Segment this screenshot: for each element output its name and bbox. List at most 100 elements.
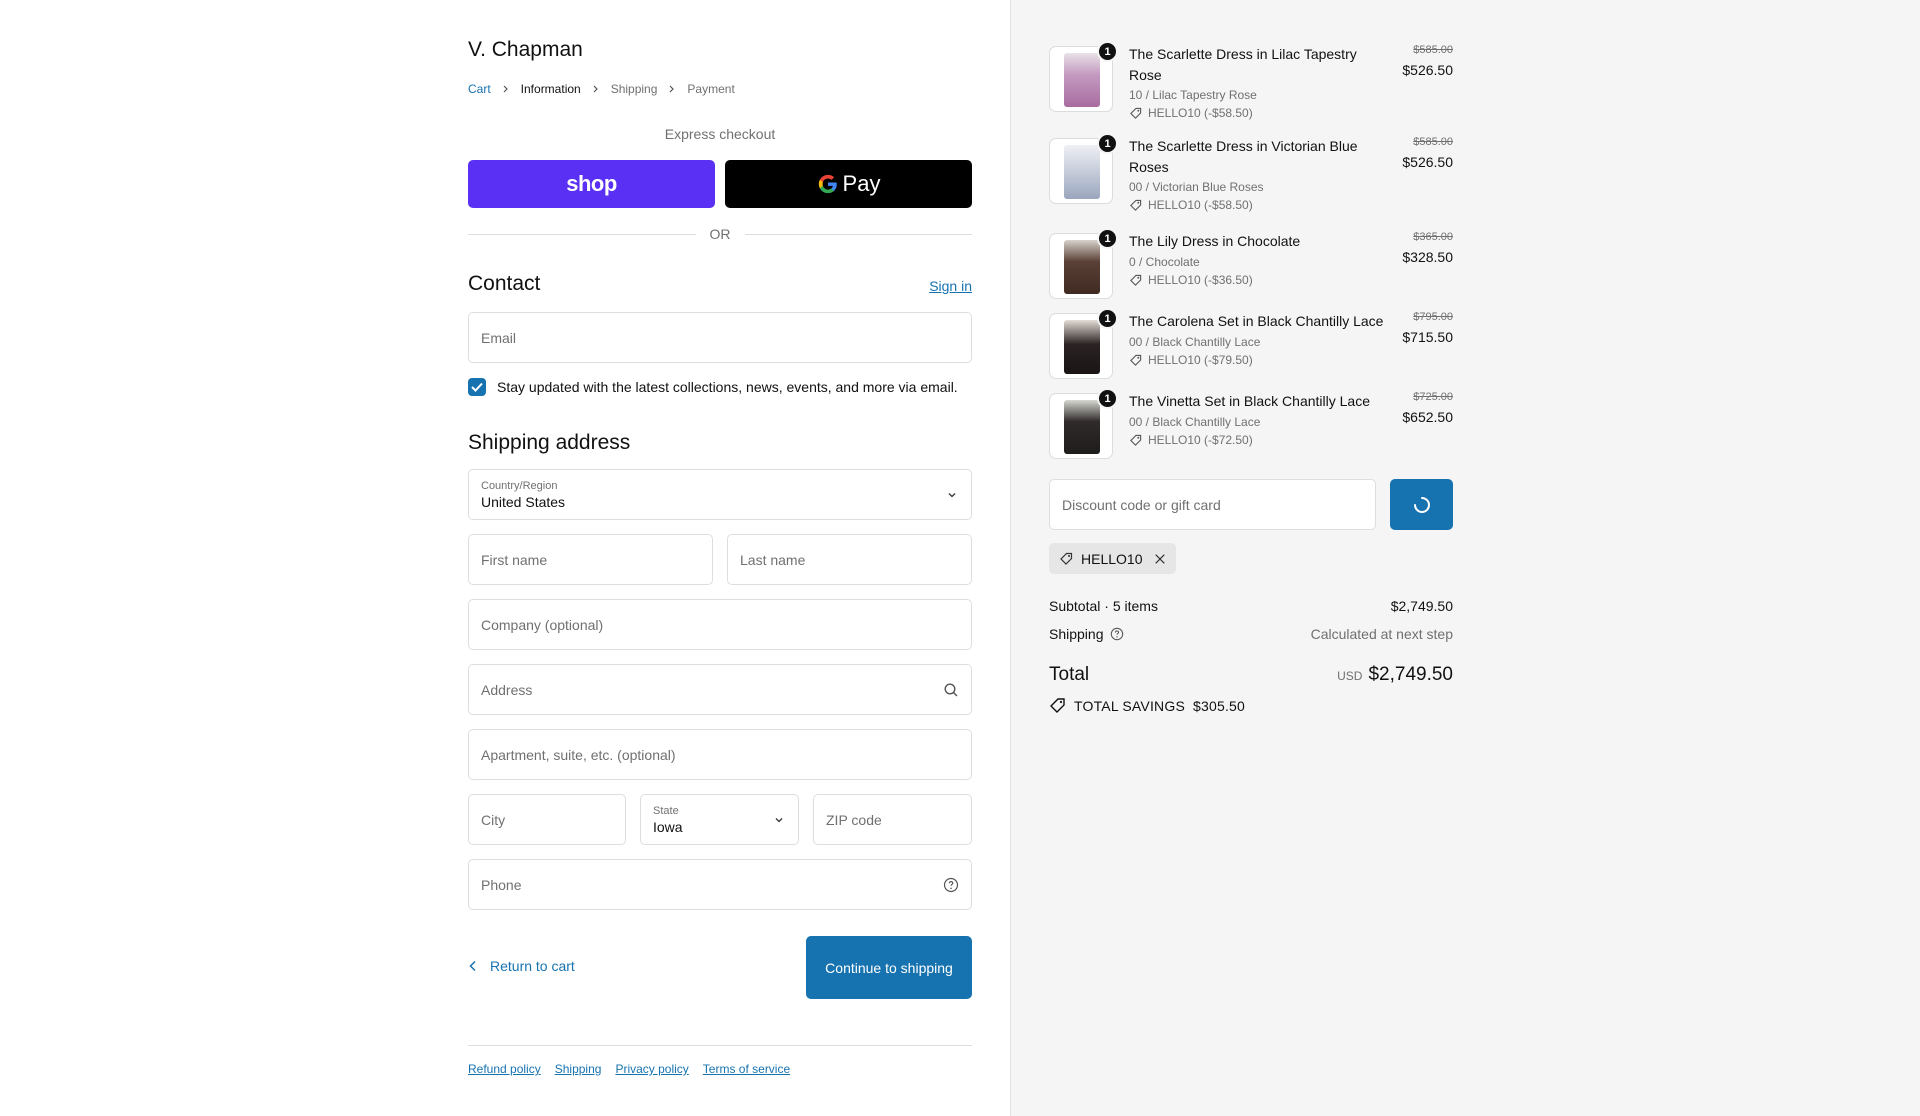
breadcrumb: Cart Information Shipping Payment: [468, 82, 735, 96]
product-discount: HELLO10 (-$58.50): [1129, 198, 1253, 212]
return-to-cart-link[interactable]: Return to cart: [468, 958, 575, 974]
tag-icon: [1130, 107, 1142, 119]
newsletter-option[interactable]: Stay updated with the latest collections…: [468, 378, 958, 396]
country-value: United States: [481, 493, 566, 510]
subtotal-value: $2,749.50: [1390, 598, 1453, 614]
original-price: $725.00: [1413, 391, 1453, 403]
first-name-placeholder: First name: [481, 551, 548, 568]
or-label: OR: [709, 226, 731, 242]
order-summary: 1 The Scarlette Dress in Lilac Tapestry …: [1010, 0, 1920, 1116]
total-savings: TOTAL SAVINGS $305.50: [1049, 697, 1245, 714]
product-discount: HELLO10 (-$79.50): [1129, 353, 1253, 367]
chevron-right-icon: [592, 85, 600, 93]
checkmark-icon: [471, 382, 483, 392]
phone-placeholder: Phone: [481, 876, 522, 893]
product-name: The Vinetta Set in Black Chantilly Lace: [1129, 393, 1370, 409]
product-discount: HELLO10 (-$36.50): [1129, 273, 1253, 287]
original-price: $795.00: [1413, 311, 1453, 323]
product-discount-label: HELLO10 (-$72.50): [1148, 433, 1253, 447]
breadcrumb-shipping: Shipping: [610, 82, 658, 96]
continue-to-shipping-button[interactable]: Continue to shipping: [806, 936, 972, 999]
breadcrumb-cart[interactable]: Cart: [468, 82, 491, 96]
total-savings-value: $305.50: [1193, 697, 1246, 714]
discounted-price: $328.50: [1402, 249, 1453, 265]
tag-icon: [1060, 552, 1073, 565]
chevron-right-icon: [668, 85, 676, 93]
product-image: [1064, 240, 1100, 294]
tag-icon: [1130, 354, 1142, 366]
shipping-row: Shipping Calculated at next step: [1049, 626, 1453, 642]
product-image: [1064, 320, 1100, 374]
product-thumbnail: 1: [1049, 228, 1118, 299]
first-name-field[interactable]: First name: [468, 534, 713, 585]
privacy-policy-link[interactable]: Privacy policy: [615, 1062, 688, 1076]
email-placeholder: Email: [481, 329, 517, 346]
zip-field[interactable]: ZIP code: [813, 794, 972, 845]
address-field[interactable]: Address: [468, 664, 972, 715]
product-thumbnail: 1: [1049, 308, 1118, 379]
city-field[interactable]: City: [468, 794, 626, 845]
discounted-price: $652.50: [1402, 409, 1453, 425]
search-icon: [944, 682, 958, 696]
product-variant: 00 / Black Chantilly Lace: [1129, 415, 1261, 429]
last-name-field[interactable]: Last name: [727, 534, 972, 585]
discounted-price: $526.50: [1402, 154, 1453, 170]
terms-of-service-link[interactable]: Terms of service: [703, 1062, 790, 1076]
help-icon[interactable]: [1110, 627, 1124, 641]
product-discount-label: HELLO10 (-$58.50): [1148, 198, 1253, 212]
cart-item: 1 The Lily Dress in Chocolate 0 / Chocol…: [1049, 228, 1453, 301]
product-thumbnail: 1: [1049, 133, 1118, 204]
google-pay-button[interactable]: Pay: [725, 160, 972, 208]
original-price: $585.00: [1413, 136, 1453, 148]
product-discount-label: HELLO10 (-$36.50): [1148, 273, 1253, 287]
discounted-price: $526.50: [1402, 62, 1453, 78]
total-row: Total USD $2,749.50: [1049, 664, 1453, 686]
product-discount-label: HELLO10 (-$79.50): [1148, 353, 1253, 367]
product-name: The Lily Dress in Chocolate: [1129, 233, 1301, 249]
quantity-badge: 1: [1097, 41, 1118, 62]
cart-item: 1 The Scarlette Dress in Victorian Blue …: [1049, 133, 1453, 212]
product-image: [1064, 145, 1100, 199]
tag-icon: [1050, 698, 1065, 713]
store-name[interactable]: V. Chapman: [468, 38, 583, 62]
state-select[interactable]: State Iowa: [640, 794, 799, 845]
email-field[interactable]: Email: [468, 312, 972, 363]
sign-in-link[interactable]: Sign in: [929, 278, 972, 294]
breadcrumb-information: Information: [520, 82, 581, 96]
discount-code-input[interactable]: Discount code or gift card: [1049, 479, 1376, 530]
country-select[interactable]: Country/Region United States: [468, 469, 972, 520]
product-thumbnail: 1: [1049, 388, 1118, 459]
apply-discount-button[interactable]: [1390, 479, 1453, 530]
quantity-badge: 1: [1097, 308, 1118, 329]
help-icon[interactable]: [943, 877, 959, 893]
discounted-price: $715.50: [1402, 329, 1453, 345]
apartment-field[interactable]: Apartment, suite, etc. (optional): [468, 729, 972, 780]
contact-title: Contact: [468, 272, 541, 295]
product-variant: 00 / Black Chantilly Lace: [1129, 335, 1261, 349]
applied-discount-chip: HELLO10: [1049, 543, 1177, 574]
product-name: The Carolena Set in Black Chantilly Lace: [1129, 313, 1384, 329]
shop-pay-button[interactable]: shop: [468, 160, 715, 208]
product-name: The Scarlette Dress in Victorian Blue Ro…: [1129, 138, 1358, 175]
country-label: Country/Region: [481, 479, 558, 492]
cart-item: 1 The Carolena Set in Black Chantilly La…: [1049, 308, 1453, 381]
newsletter-checkbox[interactable]: [468, 378, 486, 396]
chevron-down-icon: [775, 818, 783, 823]
quantity-badge: 1: [1097, 228, 1118, 249]
checkout-main: V. Chapman Cart Information Shipping Pay…: [0, 0, 1010, 1116]
footer-divider: [468, 1045, 972, 1046]
product-name: The Scarlette Dress in Lilac Tapestry Ro…: [1129, 46, 1357, 83]
close-icon[interactable]: [1154, 553, 1166, 565]
phone-field[interactable]: Phone: [468, 859, 972, 910]
cart-item: 1 The Scarlette Dress in Lilac Tapestry …: [1049, 41, 1453, 120]
google-pay-label: Pay: [842, 171, 881, 196]
product-variant: 00 / Victorian Blue Roses: [1129, 180, 1264, 194]
chevron-down-icon: [948, 493, 956, 498]
applied-discount-code: HELLO10: [1081, 550, 1143, 567]
shipping-value: Calculated at next step: [1310, 626, 1453, 642]
shipping-address-title: Shipping address: [468, 431, 631, 454]
product-image: [1064, 400, 1100, 454]
shipping-policy-link[interactable]: Shipping: [555, 1062, 602, 1076]
refund-policy-link[interactable]: Refund policy: [468, 1062, 541, 1076]
company-field[interactable]: Company (optional): [468, 599, 972, 650]
